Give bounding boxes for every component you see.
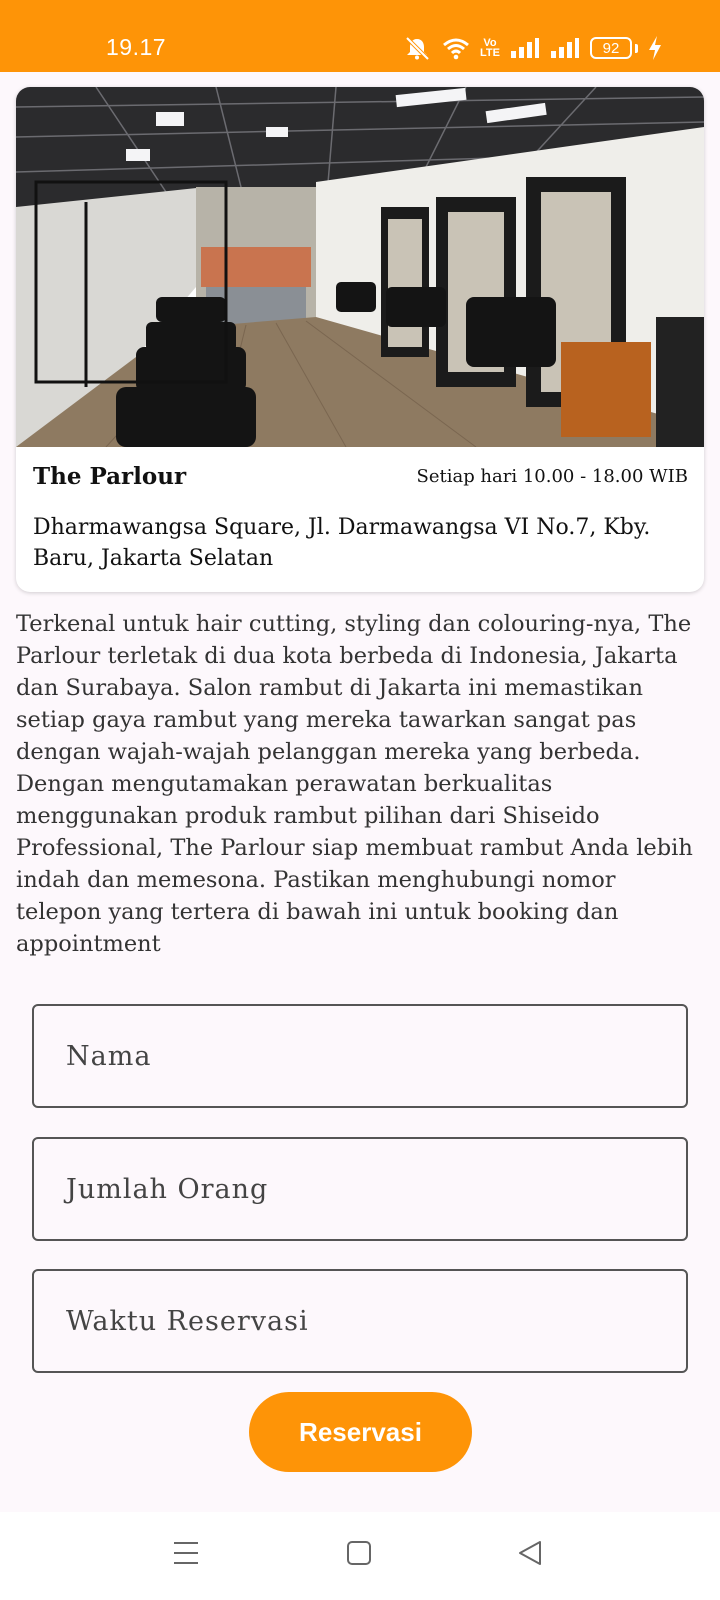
mute-icon [402,36,432,60]
wifi-icon [442,36,470,60]
volte-icon: Vo LTE [480,37,500,59]
people-count-input[interactable]: Jumlah Orang [32,1137,688,1241]
charging-icon [648,36,662,60]
name-placeholder: Nama [66,1040,152,1072]
reserve-button[interactable]: Reservasi [249,1392,472,1472]
back-icon[interactable] [516,1538,544,1572]
status-time: 19.17 [106,34,167,60]
venue-hours: Setiap hari 10.00 - 18.00 WIB [416,466,688,487]
venue-address: Dharmawangsa Square, Jl. Darmawangsa VI … [33,515,651,571]
venue-card[interactable]: The Parlour Setiap hari 10.00 - 18.00 WI… [16,87,704,592]
menu-icon[interactable] [172,1538,200,1572]
home-icon[interactable] [345,1538,373,1572]
name-input[interactable]: Nama [32,1004,688,1108]
signal-icon [550,37,580,59]
salon-photo [16,87,704,447]
signal-icon [510,37,540,59]
people-count-placeholder: Jumlah Orang [66,1173,269,1205]
venue-description: Terkenal untuk hair cutting, styling dan… [16,611,693,957]
reservation-time-input[interactable]: Waktu Reservasi [32,1269,688,1373]
reservation-time-placeholder: Waktu Reservasi [66,1305,309,1337]
battery-icon: 92 [590,37,638,59]
battery-level: 92 [590,37,632,59]
status-bar: 19.17 Vo LTE 92 [0,0,720,72]
status-icons: Vo LTE 92 [402,36,662,60]
navigation-bar [0,1512,720,1600]
venue-name: The Parlour [33,463,187,490]
